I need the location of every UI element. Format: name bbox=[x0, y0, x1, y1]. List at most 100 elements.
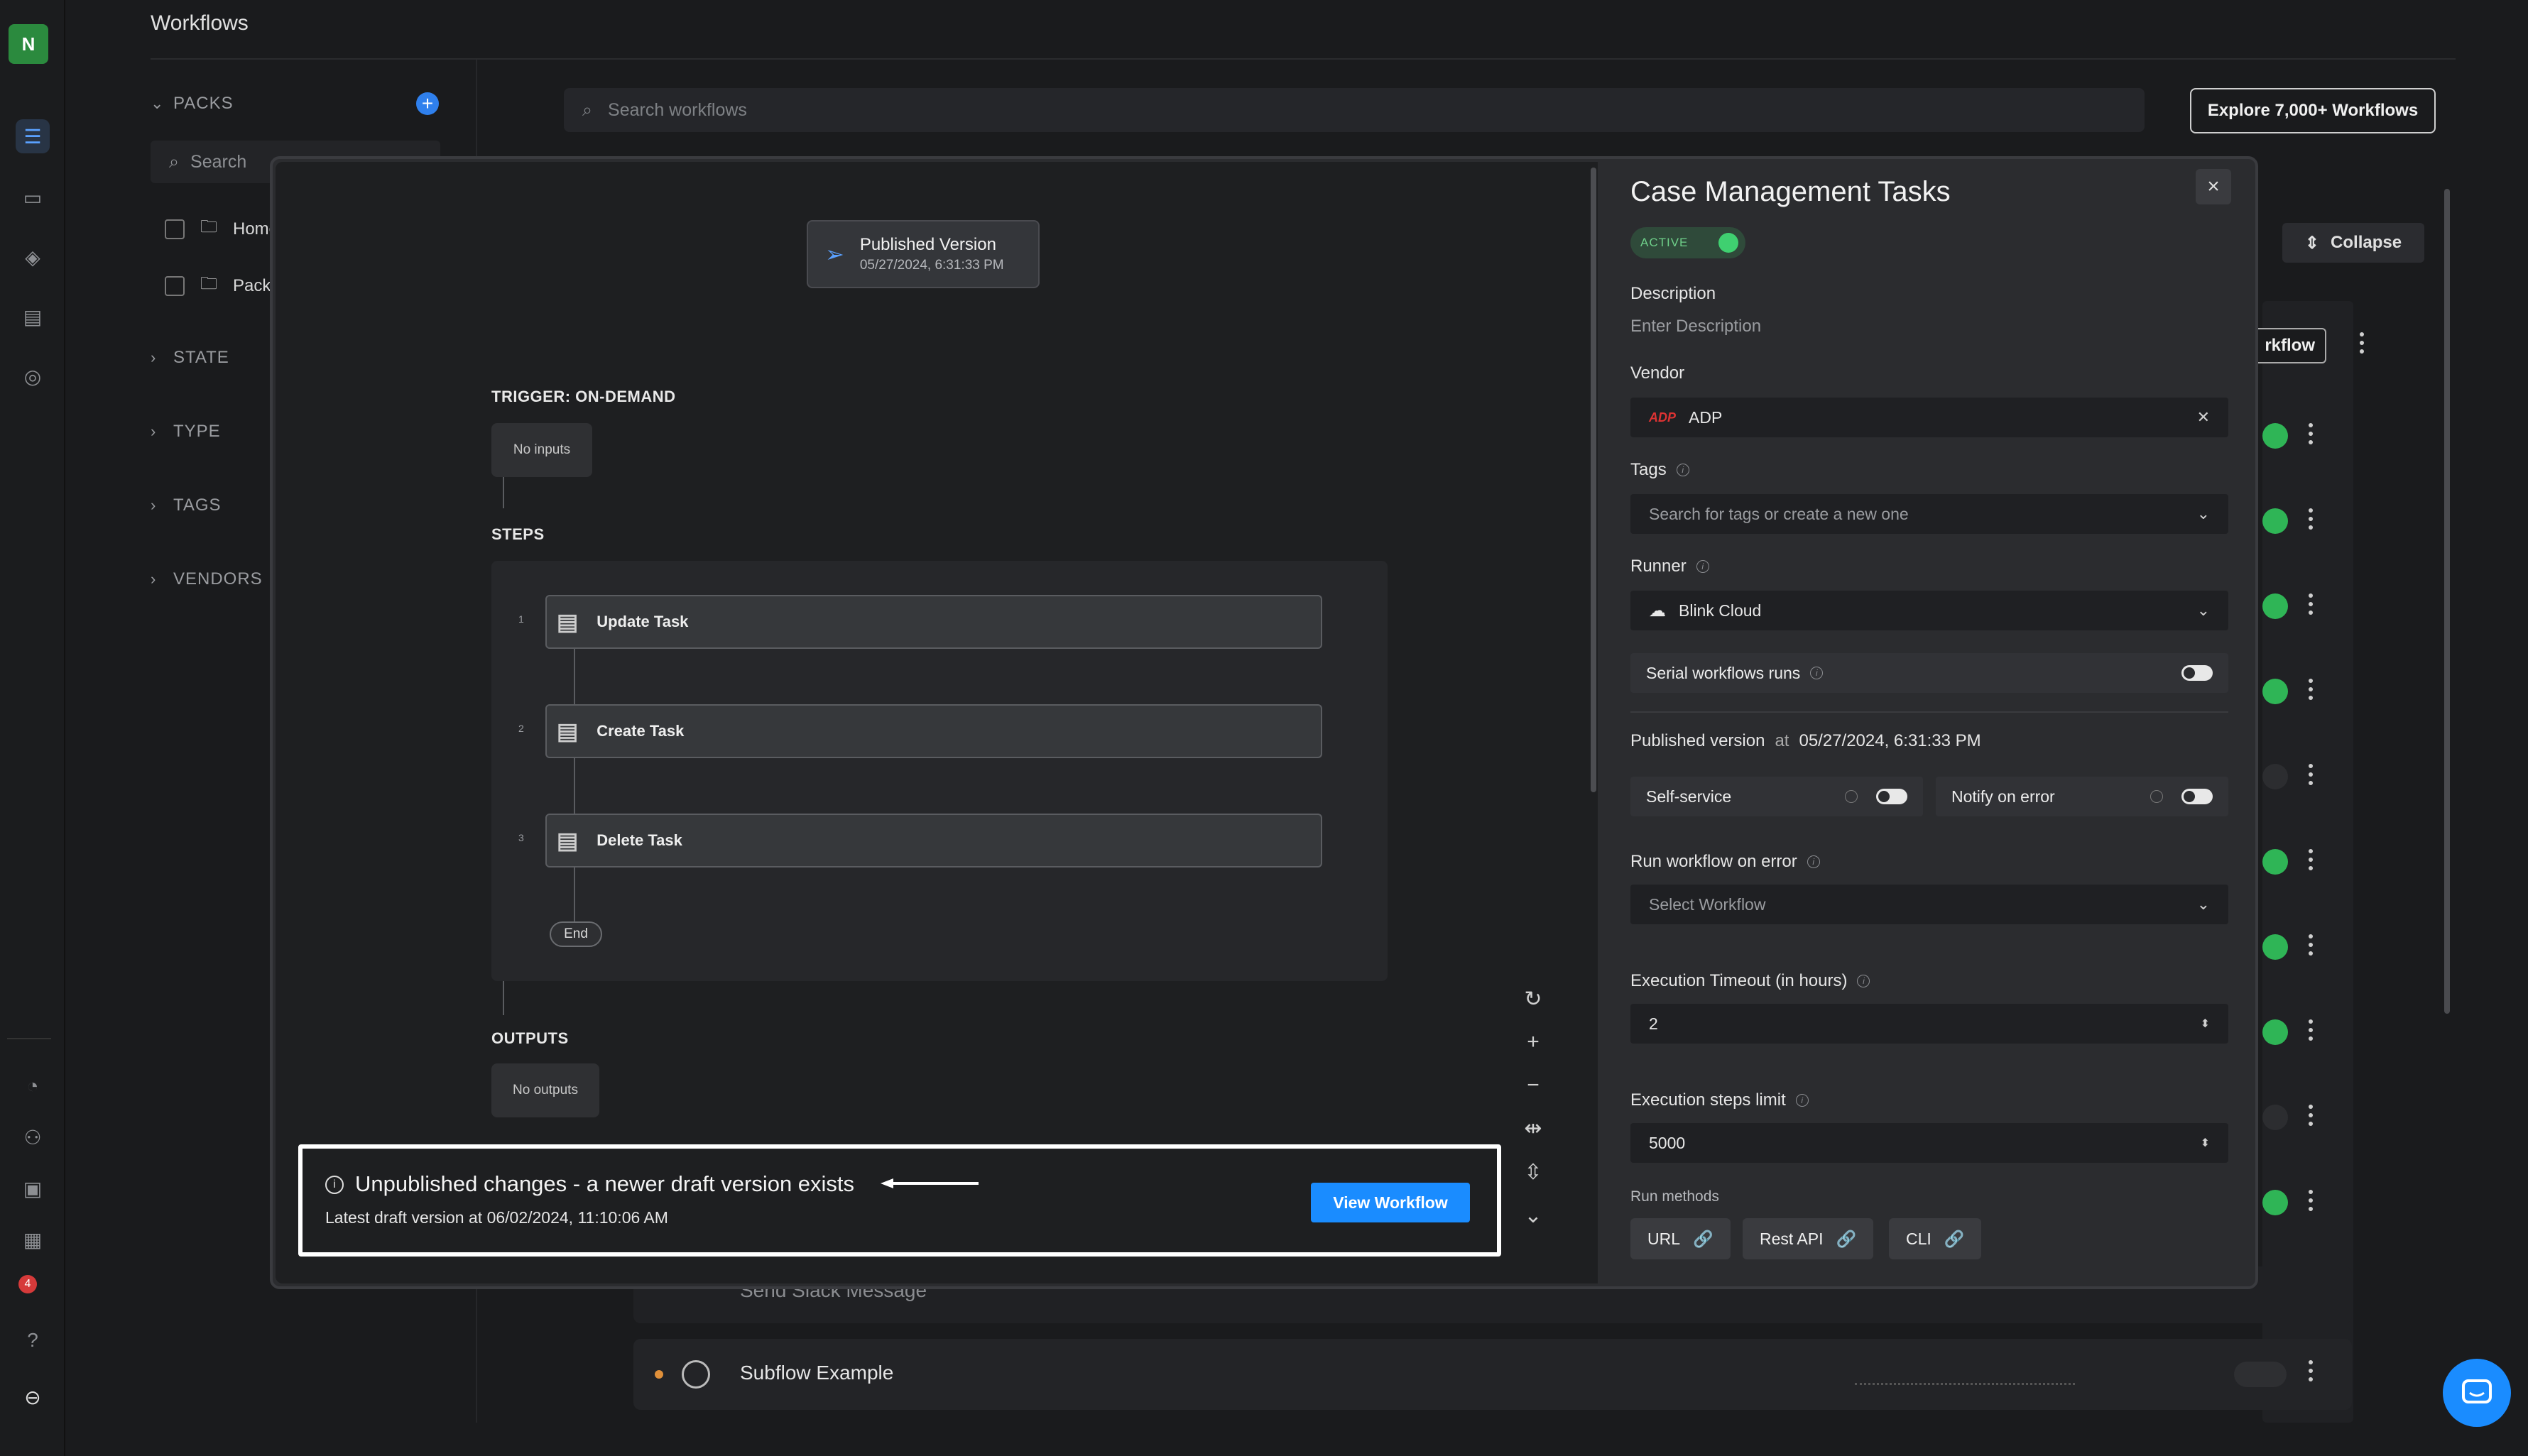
kebab-menu-icon[interactable] bbox=[2359, 332, 2365, 354]
runner-label: Runner i bbox=[1630, 557, 1709, 576]
cases-icon[interactable]: ▣ bbox=[16, 1171, 50, 1205]
close-icon[interactable]: × bbox=[2196, 169, 2231, 204]
fit-vertical-icon[interactable]: ⇳ bbox=[1524, 1160, 1542, 1185]
chat-support-button[interactable] bbox=[2443, 1359, 2511, 1427]
list-item[interactable]: Subflow Example bbox=[633, 1339, 2352, 1410]
view-workflow-button[interactable]: View Workflow bbox=[1311, 1183, 1470, 1222]
tasks-icon[interactable]: ▤ bbox=[16, 300, 50, 334]
kebab-menu-icon[interactable] bbox=[2308, 679, 2314, 700]
filter-section-type[interactable]: › TYPE bbox=[151, 422, 221, 442]
filter-section-tags[interactable]: › TAGS bbox=[151, 496, 222, 515]
description-label: Description bbox=[1630, 284, 1716, 304]
active-toggle[interactable]: ACTIVE bbox=[1630, 227, 1745, 258]
steps-limit-value: 5000 bbox=[1649, 1133, 1686, 1152]
assistant-icon[interactable]: ⊖ bbox=[16, 1380, 50, 1414]
kebab-menu-icon[interactable] bbox=[2308, 508, 2314, 530]
outputs-label: OUTPUTS bbox=[491, 1029, 569, 1047]
fit-horizontal-icon[interactable]: ⇹ bbox=[1524, 1116, 1542, 1141]
link-icon: 🔗 bbox=[1693, 1229, 1714, 1248]
row-status-toggle[interactable] bbox=[2262, 934, 2288, 960]
tags-input[interactable]: Search for tags or create a new one ⌄ bbox=[1630, 494, 2228, 534]
row-status-toggle[interactable] bbox=[2262, 593, 2288, 619]
connector bbox=[574, 758, 575, 814]
description-input[interactable]: Enter Description bbox=[1630, 317, 1761, 336]
kebab-menu-icon[interactable] bbox=[2308, 849, 2314, 870]
row-status-toggle[interactable] bbox=[2262, 1190, 2288, 1215]
clear-icon[interactable]: ✕ bbox=[2197, 408, 2210, 427]
kebab-menu-icon[interactable] bbox=[2308, 1360, 2314, 1381]
packs-header[interactable]: ⌄ PACKS bbox=[151, 94, 234, 114]
run-method-cli[interactable]: CLI 🔗 bbox=[1889, 1218, 1982, 1259]
timeout-input[interactable]: 2 ⬍ bbox=[1630, 1004, 2228, 1044]
help-icon[interactable]: ? bbox=[16, 1323, 50, 1357]
serial-runs-switch[interactable] bbox=[2181, 665, 2213, 681]
info-icon: i bbox=[325, 1176, 344, 1194]
search-placeholder: Search workflows bbox=[608, 99, 747, 120]
row-status-toggle[interactable] bbox=[2262, 764, 2288, 789]
workspace-logo[interactable]: N bbox=[9, 24, 48, 64]
kebab-menu-icon[interactable] bbox=[2308, 423, 2314, 444]
collapse-button[interactable]: ⇕ Collapse bbox=[2282, 223, 2424, 263]
kebab-menu-icon[interactable] bbox=[2308, 934, 2314, 956]
canvas-scrollbar[interactable] bbox=[1591, 168, 1596, 792]
settings-icon[interactable]: ◎ bbox=[16, 359, 50, 393]
task-icon: ▤ bbox=[557, 718, 579, 744]
workflows-icon[interactable]: ☰ bbox=[16, 119, 50, 153]
run-method-rest-api[interactable]: Rest API 🔗 bbox=[1743, 1218, 1874, 1259]
reports-icon[interactable]: ▦ bbox=[16, 1222, 50, 1257]
filter-section-vendors[interactable]: › VENDORS bbox=[151, 569, 263, 589]
step-delete-task[interactable]: ▤ Delete Task bbox=[545, 814, 1322, 867]
runner-select[interactable]: ☁ Blink Cloud ⌄ bbox=[1630, 591, 2228, 630]
step-label: Delete Task bbox=[596, 831, 682, 849]
filter-section-state[interactable]: › STATE bbox=[151, 348, 229, 368]
kebab-menu-icon[interactable] bbox=[2308, 764, 2314, 785]
chat-icon bbox=[2462, 1379, 2492, 1403]
reset-icon[interactable]: ↻ bbox=[1524, 987, 1542, 1012]
steps-limit-input[interactable]: 5000 ⬍ bbox=[1630, 1123, 2228, 1163]
step-create-task[interactable]: ▤ Create Task bbox=[545, 704, 1322, 758]
stepper-icon[interactable]: ⬍ bbox=[2201, 1136, 2210, 1150]
kebab-menu-icon[interactable] bbox=[2308, 1105, 2314, 1126]
chevron-down-icon: ⌄ bbox=[151, 94, 165, 112]
step-update-task[interactable]: ▤ Update Task bbox=[545, 595, 1322, 649]
serial-runs-row: Serial workflows runs i bbox=[1630, 653, 2228, 693]
run-method-url[interactable]: URL 🔗 bbox=[1630, 1218, 1731, 1259]
timeout-value: 2 bbox=[1649, 1014, 1658, 1033]
vendor-select[interactable]: ADP ADP ✕ bbox=[1630, 398, 2228, 437]
row-status-toggle[interactable] bbox=[2262, 849, 2288, 875]
self-service-switch[interactable] bbox=[1876, 789, 1907, 804]
folder-icon: 🗀 bbox=[200, 217, 217, 236]
chip-label: CLI bbox=[1906, 1229, 1932, 1248]
zoom-out-icon[interactable]: − bbox=[1527, 1073, 1540, 1098]
row-status-toggle[interactable] bbox=[2262, 1019, 2288, 1045]
vendor-label: Vendor bbox=[1630, 363, 1684, 383]
pack-item-pack[interactable]: 🗀 Pack bbox=[165, 271, 271, 300]
kebab-menu-icon[interactable] bbox=[2308, 1190, 2314, 1211]
row-status-toggle[interactable] bbox=[2262, 508, 2288, 534]
row-status-toggle[interactable] bbox=[2234, 1362, 2287, 1387]
steps-label: STEPS bbox=[491, 525, 545, 543]
collapse-vertical-icon[interactable]: ⌄ bbox=[1524, 1203, 1542, 1228]
checkbox[interactable] bbox=[165, 275, 185, 296]
users-icon[interactable]: ⚇ bbox=[16, 1120, 50, 1154]
workflow-search-input[interactable]: ⌕ Search workflows bbox=[564, 88, 2145, 132]
kebab-menu-icon[interactable] bbox=[2308, 1019, 2314, 1041]
explore-workflows-button[interactable]: Explore 7,000+ Workflows bbox=[2190, 88, 2436, 133]
row-status-toggle[interactable] bbox=[2262, 1105, 2288, 1130]
zoom-in-icon[interactable]: + bbox=[1527, 1030, 1540, 1054]
pack-item-home[interactable]: 🗀 Home bbox=[165, 214, 278, 243]
checkbox[interactable] bbox=[165, 219, 185, 239]
row-status-toggle[interactable] bbox=[2262, 423, 2288, 449]
info-icon: i bbox=[1857, 975, 1870, 987]
analytics-icon[interactable]: ◔ bbox=[16, 1069, 50, 1103]
notification-badge[interactable]: 4 bbox=[18, 1275, 37, 1293]
run-on-error-select[interactable]: Select Workflow ⌄ bbox=[1630, 885, 2228, 924]
layers-icon[interactable]: ◈ bbox=[16, 240, 50, 274]
kebab-menu-icon[interactable] bbox=[2308, 593, 2314, 615]
calendar-icon[interactable]: ▭ bbox=[16, 180, 50, 214]
stepper-icon[interactable]: ⬍ bbox=[2201, 1017, 2210, 1031]
notify-on-error-switch[interactable] bbox=[2181, 789, 2213, 804]
row-status-toggle[interactable] bbox=[2262, 679, 2288, 704]
add-pack-button[interactable]: + bbox=[416, 92, 439, 115]
page-scrollbar[interactable] bbox=[2444, 189, 2450, 1014]
